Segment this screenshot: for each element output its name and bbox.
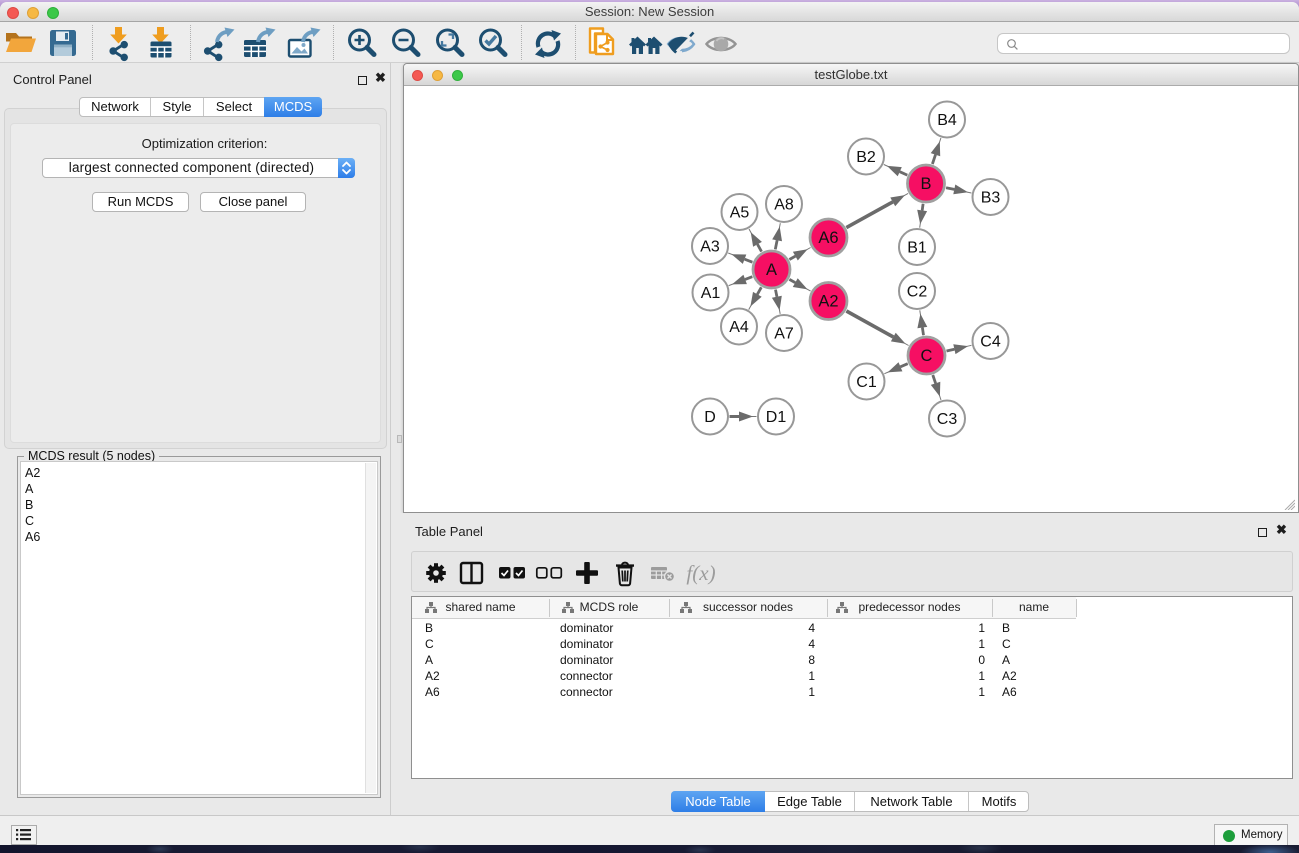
svg-text:D: D	[704, 409, 716, 426]
svg-text:C1: C1	[856, 374, 877, 391]
svg-text:f(x): f(x)	[686, 561, 715, 585]
svg-text:B3: B3	[981, 190, 1001, 207]
svg-text:B1: B1	[907, 240, 927, 257]
svg-text:A3: A3	[700, 239, 720, 256]
svg-text:A: A	[766, 261, 777, 279]
svg-text:C4: C4	[980, 334, 1001, 351]
svg-text:A2: A2	[818, 293, 838, 311]
svg-text:A1: A1	[701, 285, 721, 302]
svg-text:C2: C2	[907, 284, 928, 301]
svg-text:C3: C3	[937, 411, 958, 428]
svg-text:A5: A5	[730, 205, 750, 222]
svg-text:B: B	[920, 175, 931, 193]
svg-text:C: C	[921, 347, 933, 365]
svg-text:B2: B2	[856, 149, 876, 166]
svg-text:A4: A4	[729, 319, 749, 336]
svg-text:B4: B4	[937, 112, 957, 129]
svg-text:A7: A7	[774, 326, 794, 343]
svg-text:A8: A8	[774, 197, 794, 214]
svg-text:D1: D1	[766, 409, 787, 426]
svg-text:A6: A6	[818, 229, 838, 247]
